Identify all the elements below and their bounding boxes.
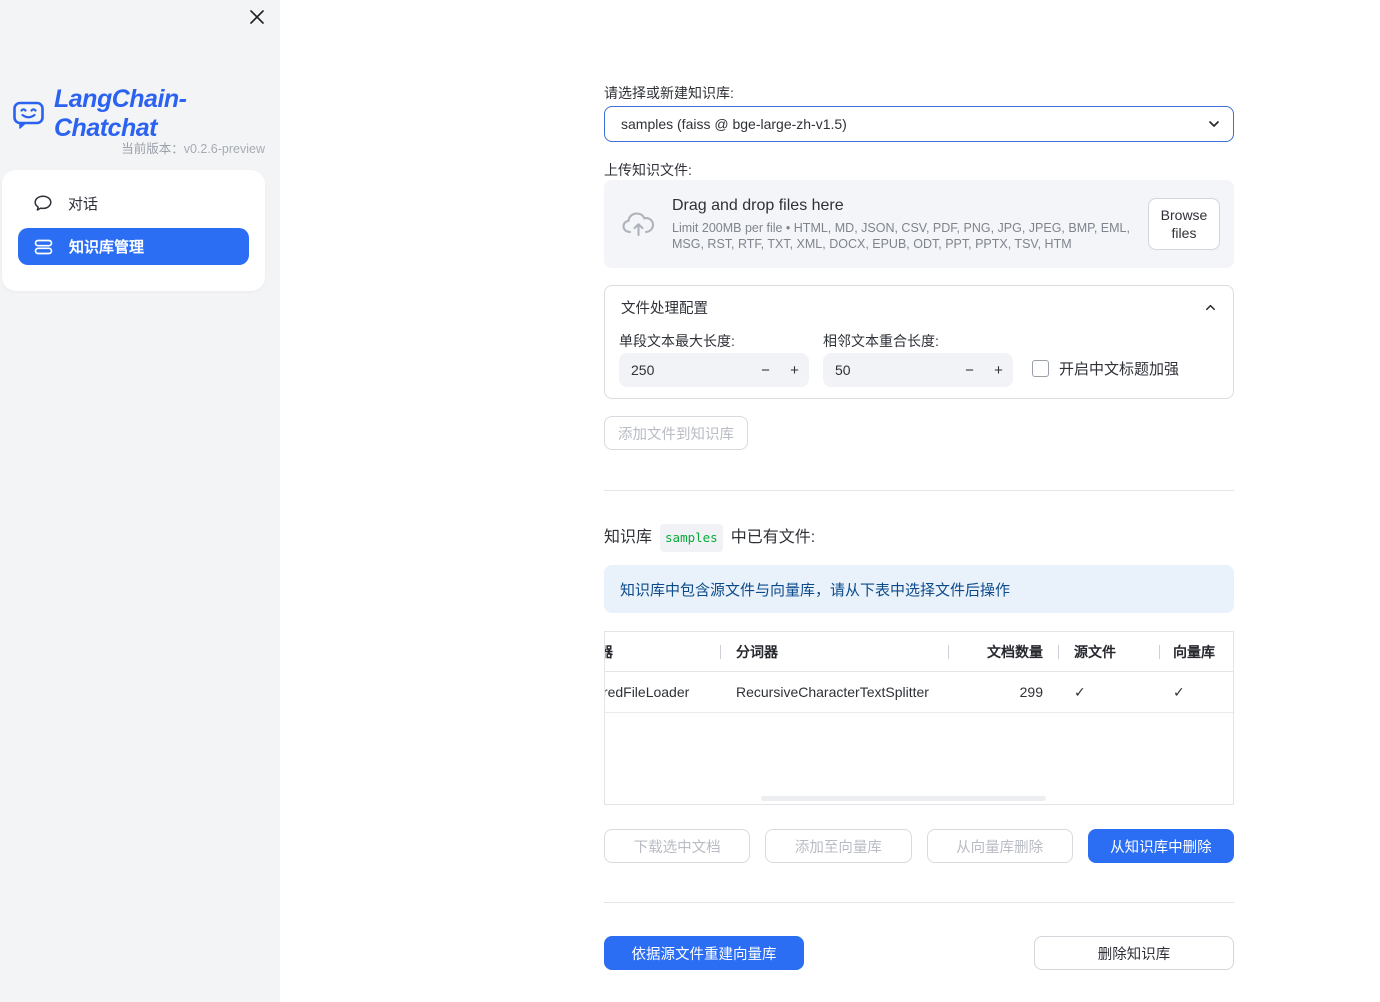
sidebar: LangChain-Chatchat 当前版本：v0.2.6-preview 对… — [0, 0, 280, 1002]
chat-bubble-icon — [33, 193, 53, 213]
download-selected-button[interactable]: 下载选中文档 — [604, 829, 751, 863]
checkbox-label: 开启中文标题加强 — [1059, 361, 1180, 378]
sidebar-nav: 对话 知识库管理 — [2, 170, 265, 291]
decrement-button[interactable]: − — [751, 362, 780, 379]
chunk-size-label: 单段文本最大长度: — [619, 333, 735, 349]
kb-files-heading: 知识库 samples 中已有文件: — [604, 524, 1234, 552]
app-title: LangChain-Chatchat — [54, 85, 187, 142]
increment-button[interactable]: + — [780, 362, 809, 379]
rebuild-vector-store-button[interactable]: 依据源文件重建向量库 — [604, 936, 804, 970]
divider — [604, 902, 1234, 903]
delete-from-kb-button[interactable]: 从知识库中删除 — [1087, 829, 1234, 863]
kb-files-table[interactable]: 文档加载器 分词器 文档数量 源文件 向量库 UnstructuredFileL… — [604, 631, 1234, 805]
source-file-check: ✓ — [1074, 683, 1086, 700]
delete-from-vector-store-button[interactable]: 从向量库删除 — [926, 829, 1073, 863]
chevron-down-icon — [1207, 117, 1221, 131]
sidebar-item-label: 对话 — [68, 195, 99, 213]
increment-button[interactable]: + — [984, 362, 1013, 379]
chevron-up-icon — [1204, 301, 1217, 314]
decrement-button[interactable]: − — [955, 362, 984, 379]
table-row[interactable]: UnstructuredFileLoader RecursiveCharacte… — [605, 672, 1233, 713]
col-doc-count: 文档数量 — [948, 632, 1058, 671]
chunk-size-input[interactable]: 250 − + — [619, 353, 809, 387]
dropzone-limit: Limit 200MB per file • HTML, MD, JSON, C… — [672, 220, 1130, 251]
logo-chat-smiley-icon — [11, 97, 46, 132]
table-header-row: 文档加载器 分词器 文档数量 源文件 向量库 — [605, 632, 1233, 672]
sidebar-close-icon[interactable] — [246, 6, 268, 28]
col-vector-store: 向量库 — [1159, 632, 1233, 671]
kb-select-value: samples (faiss @ bge-large-zh-v1.5) — [621, 116, 847, 132]
dropzone-text: Drag and drop files here Limit 200MB per… — [672, 197, 1146, 252]
knowledge-base-icon — [33, 237, 54, 257]
sidebar-item-knowledge-base[interactable]: 知识库管理 — [18, 228, 249, 265]
zh-title-enhance-checkbox[interactable]: 开启中文标题加强 — [1032, 358, 1179, 379]
checkbox-icon[interactable] — [1032, 360, 1049, 377]
vector-store-check: ✓ — [1173, 683, 1185, 700]
chunk-size-value: 250 — [631, 362, 655, 378]
main-content: 请选择或新建知识库: samples (faiss @ bge-large-zh… — [604, 0, 1234, 970]
kb-select-label: 请选择或新建知识库: — [604, 85, 734, 101]
version-text: 当前版本：v0.2.6-preview — [121, 142, 265, 156]
sidebar-item-label: 知识库管理 — [69, 239, 145, 256]
col-source-file: 源文件 — [1058, 632, 1159, 671]
delete-kb-button[interactable]: 删除知识库 — [1034, 936, 1234, 970]
horizontal-scrollbar[interactable] — [761, 796, 1046, 801]
add-files-to-kb-button[interactable]: 添加文件到知识库 — [604, 416, 748, 450]
kb-select[interactable]: samples (faiss @ bge-large-zh-v1.5) — [604, 106, 1234, 142]
expander-title: 文件处理配置 — [621, 301, 708, 317]
chunk-overlap-label: 相邻文本重合长度: — [823, 333, 939, 349]
upload-label: 上传知识文件: — [604, 162, 692, 178]
browse-files-button[interactable]: Browse files — [1148, 198, 1220, 250]
dropzone-title: Drag and drop files here — [672, 196, 844, 214]
divider — [604, 490, 1234, 491]
chunk-overlap-input[interactable]: 50 − + — [823, 353, 1013, 387]
add-to-vector-store-button[interactable]: 添加至向量库 — [765, 829, 912, 863]
kb-name-code: samples — [660, 524, 723, 552]
app-logo: LangChain-Chatchat — [11, 85, 280, 143]
cloud-upload-icon — [620, 209, 658, 239]
expander-header[interactable]: 文件处理配置 — [605, 286, 1233, 318]
sidebar-item-chat[interactable]: 对话 — [18, 183, 249, 223]
chunk-overlap-value: 50 — [835, 362, 851, 378]
file-config-expander: 文件处理配置 单段文本最大长度: 相邻文本重合长度: 250 − + 50 − … — [604, 285, 1234, 399]
info-banner: 知识库中包含源文件与向量库，请从下表中选择文件后操作 — [604, 565, 1234, 613]
version-value: v0.2.6-preview — [183, 142, 265, 156]
col-loader: 文档加载器 — [605, 632, 720, 671]
kb-management-actions: 依据源文件重建向量库 删除知识库 — [604, 936, 1234, 970]
file-actions: 下载选中文档 添加至向量库 从向量库删除 从知识库中删除 — [604, 829, 1234, 863]
file-dropzone[interactable]: Drag and drop files here Limit 200MB per… — [604, 180, 1234, 268]
col-splitter: 分词器 — [720, 632, 948, 671]
